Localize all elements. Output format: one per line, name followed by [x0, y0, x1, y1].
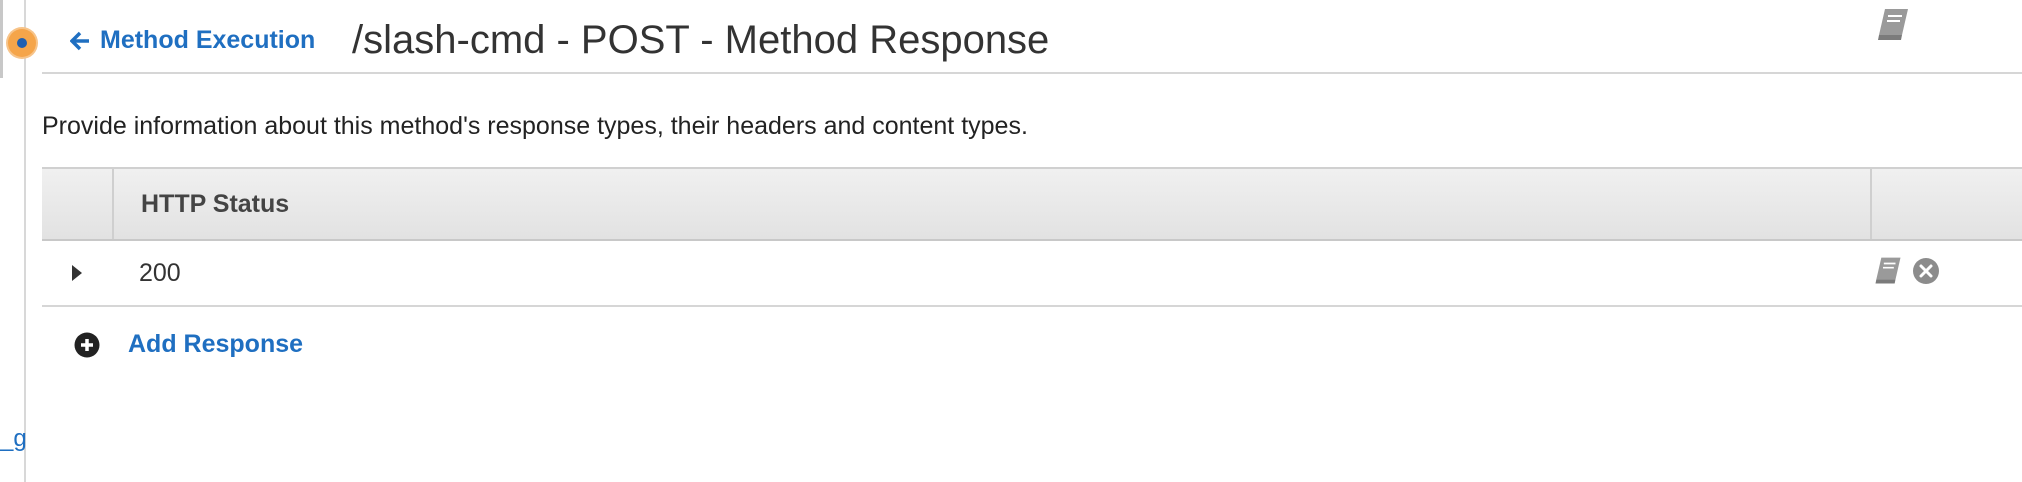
close-circle-icon[interactable] [1912, 257, 1940, 290]
book-icon[interactable] [1872, 256, 1904, 291]
caret-right-icon [72, 265, 82, 281]
http-status-value: 200 [139, 258, 181, 287]
page-title: /slash-cmd - POST - Method Response [352, 18, 1050, 62]
responses-table: HTTP Status 200 [42, 167, 2022, 307]
add-response-button[interactable]: Add Response [74, 330, 303, 359]
back-link-label: Method Execution [100, 26, 316, 54]
rail-tab [0, 0, 3, 78]
plus-circle-icon [74, 332, 100, 357]
column-header-http-status: HTTP Status [114, 169, 1872, 239]
row-actions [1834, 256, 2022, 291]
book-icon[interactable] [1874, 7, 1912, 48]
table-header: HTTP Status [42, 167, 2022, 241]
header-toggle-cell [42, 169, 114, 239]
expand-row-toggle[interactable] [42, 264, 112, 282]
back-link-method-execution[interactable]: Method Execution [70, 26, 315, 55]
add-response-label: Add Response [128, 330, 304, 358]
header-actions-cell [1872, 169, 2022, 239]
left-rail: _g [0, 0, 27, 482]
page-description: Provide information about this method's … [42, 112, 1028, 140]
status-indicator-icon [8, 29, 36, 57]
left-rail-text[interactable]: _g [0, 425, 27, 453]
page-header: Method Execution /slash-cmd - POST - Met… [42, 0, 2022, 74]
table-row: 200 [42, 241, 2022, 307]
arrow-left-icon [70, 31, 89, 50]
